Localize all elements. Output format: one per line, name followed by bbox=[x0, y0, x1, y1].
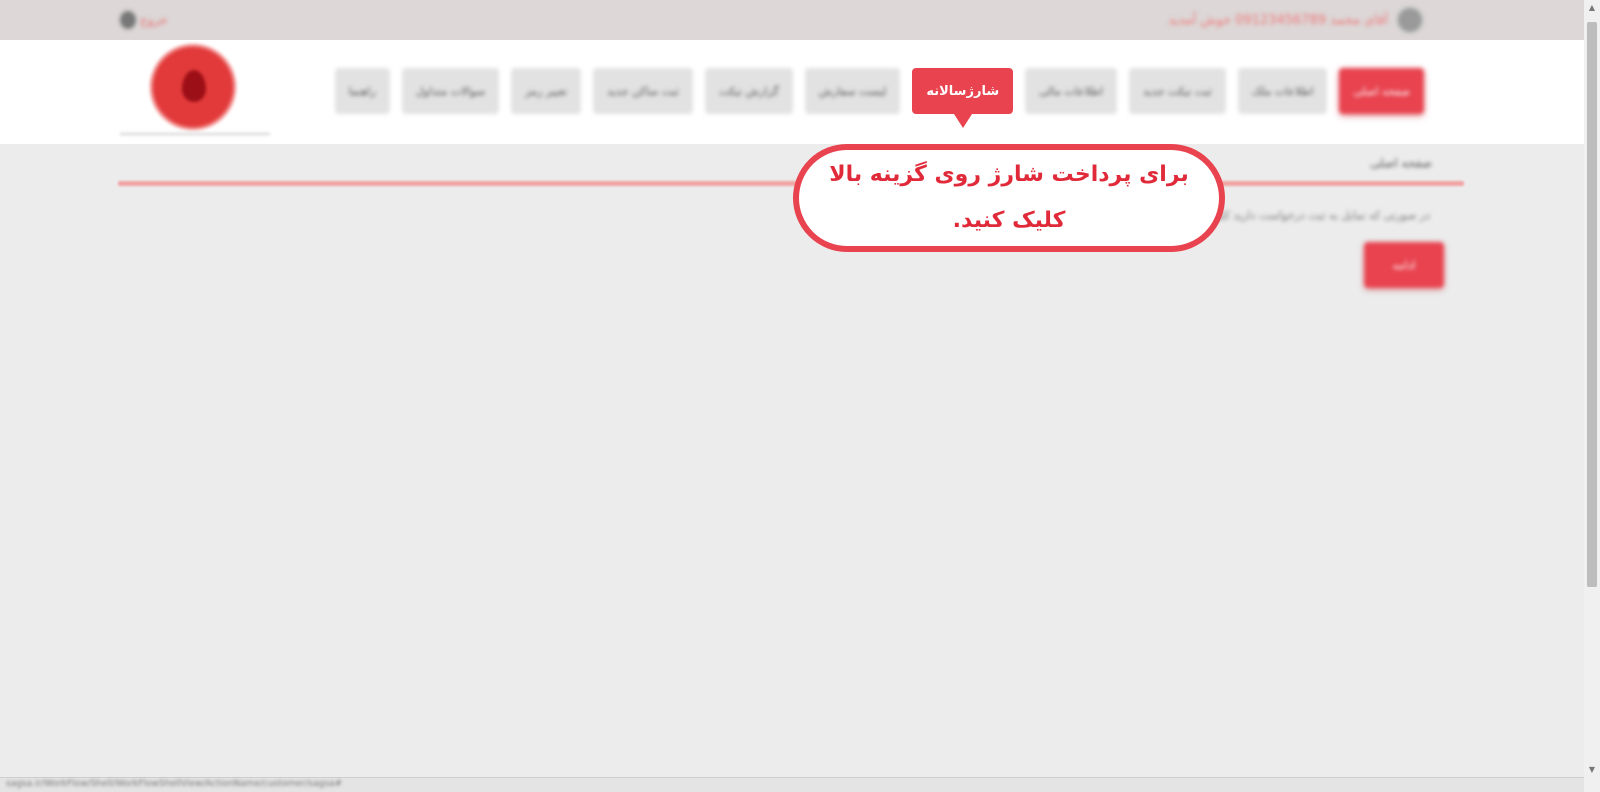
scroll-down-icon[interactable]: ▼ bbox=[1588, 766, 1596, 774]
nav-item-financial-info[interactable]: اطلاعات مالی bbox=[1025, 68, 1118, 114]
status-url: sagsa.ir/WorkFlow/Shell/WorkFlowShellVie… bbox=[6, 779, 343, 789]
scroll-up-icon[interactable]: ▲ bbox=[1588, 4, 1596, 12]
nav-item-annual-charge[interactable]: شارژسالانه bbox=[912, 68, 1014, 114]
user-info: آقای محمد 09123456789 خوش آمدید bbox=[1168, 6, 1424, 34]
power-icon bbox=[120, 11, 136, 29]
logo-underline bbox=[120, 133, 270, 135]
callout-line-1: برای پرداخت شارژ روی گزینه بالا bbox=[829, 162, 1189, 187]
nav-item-new-resident[interactable]: ثبت ساکن جدید bbox=[593, 68, 693, 114]
nav-item-change-password[interactable]: تغییر رمز bbox=[511, 68, 582, 114]
nav-item-home[interactable]: صفحه اصلی bbox=[1339, 68, 1424, 114]
page-title: صفحه اصلی bbox=[1370, 156, 1432, 170]
nav-item-help[interactable]: راهنما bbox=[334, 68, 390, 114]
nav-item-property-info[interactable]: اطلاعات ملک bbox=[1237, 68, 1328, 114]
avatar[interactable] bbox=[1396, 6, 1424, 34]
top-bar: خروج آقای محمد 09123456789 خوش آمدید bbox=[0, 0, 1584, 40]
site-logo[interactable] bbox=[120, 40, 270, 140]
scrollbar-thumb[interactable] bbox=[1587, 22, 1597, 587]
vertical-scrollbar[interactable]: ▲ ▼ bbox=[1584, 0, 1600, 792]
logout-label: خروج bbox=[140, 13, 168, 27]
blood-drop-icon bbox=[182, 70, 206, 102]
nav-item-ticket-report[interactable]: گزارش تیکت bbox=[704, 68, 793, 114]
welcome-text: آقای محمد 09123456789 خوش آمدید bbox=[1168, 12, 1388, 28]
continue-button[interactable]: ادامه bbox=[1364, 242, 1444, 288]
nav-item-orders[interactable]: لیست سفارش bbox=[804, 68, 901, 114]
nav-item-faq[interactable]: سوالات متداول bbox=[401, 68, 500, 114]
status-bar: sagsa.ir/WorkFlow/Shell/WorkFlowShellVie… bbox=[0, 777, 1584, 792]
title-divider bbox=[118, 181, 1464, 186]
logout-link[interactable]: خروج bbox=[120, 10, 168, 30]
callout-line-2: کلیک کنید. bbox=[952, 208, 1066, 233]
tutorial-callout: برای پرداخت شارژ روی گزینه بالا کلیک کنی… bbox=[793, 144, 1225, 252]
main-nav: صفحه اصلی اطلاعات ملک ثبت تیکت جدید اطلا… bbox=[334, 68, 1424, 114]
nav-item-new-ticket[interactable]: ثبت تیکت جدید bbox=[1129, 68, 1226, 114]
